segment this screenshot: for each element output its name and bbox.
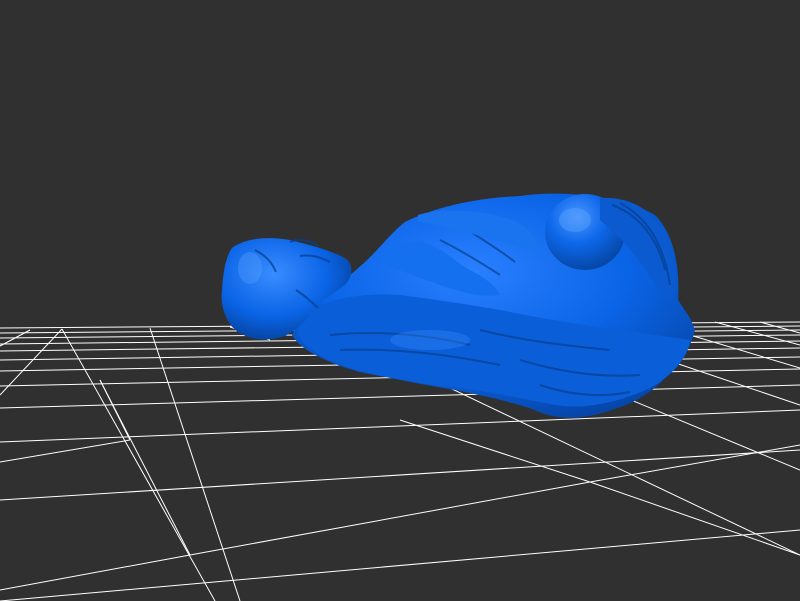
grid-line <box>399 419 591 483</box>
grid-line <box>0 439 131 463</box>
grid-line <box>99 379 131 441</box>
grid-line <box>189 481 591 556</box>
reclining-figure-model[interactable] <box>221 193 695 418</box>
model-belly-highlight <box>559 208 591 232</box>
grid-line <box>759 321 800 334</box>
grid-line <box>0 554 191 591</box>
grid-line <box>589 444 800 483</box>
3d-scene[interactable] <box>0 0 800 601</box>
grid-line <box>61 328 216 601</box>
grid-line <box>0 449 800 501</box>
grid-line <box>0 409 800 443</box>
grid-line <box>0 529 800 601</box>
model-robe-highlight <box>390 330 470 350</box>
model-head-highlight <box>238 252 262 284</box>
grid-line <box>589 481 800 556</box>
grid-line <box>0 384 800 409</box>
3d-viewport[interactable] <box>0 0 800 601</box>
